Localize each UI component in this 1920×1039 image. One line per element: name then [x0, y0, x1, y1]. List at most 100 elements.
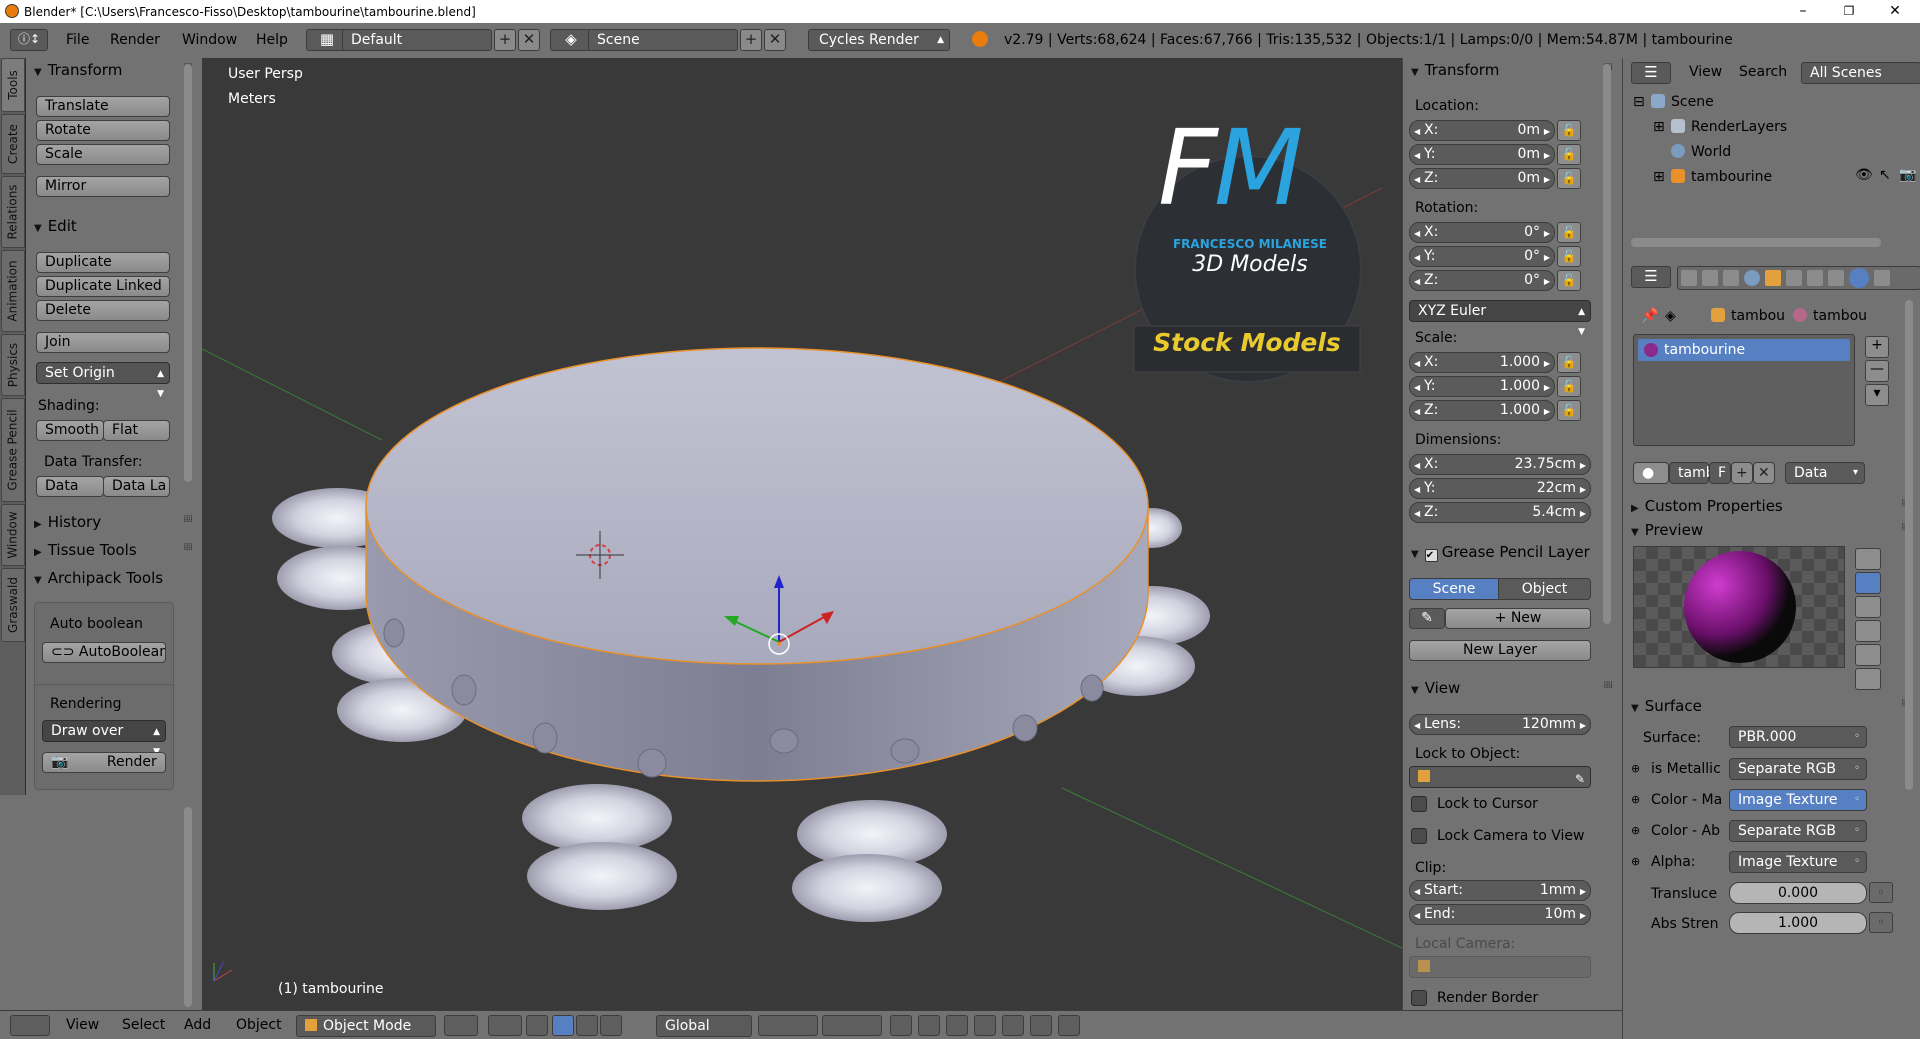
gp-scene-toggle[interactable]: Scene	[1409, 578, 1499, 600]
screen-layout-field[interactable]: Default	[342, 29, 492, 51]
opengl-render-icon[interactable]	[1030, 1015, 1052, 1036]
drag-grip-icon[interactable]: ⁞⁞⁞⁞	[183, 514, 193, 525]
dimension-x-field[interactable]: ◀ X: 23.75cm ▶	[1409, 454, 1591, 475]
tab-physics[interactable]: Physics	[1, 334, 25, 396]
draw-over-dropdown[interactable]: Draw over▲▼	[42, 720, 166, 757]
world-tab-icon[interactable]	[1744, 270, 1760, 286]
join-button[interactable]: Join	[36, 332, 170, 353]
visibility-eye-icon[interactable]: 👁	[1855, 167, 1873, 183]
lock-icon[interactable]: 🔓	[1557, 144, 1581, 165]
scene-icon[interactable]: ◈	[550, 29, 592, 51]
expand-input-icon[interactable]: ⊕	[1631, 855, 1640, 868]
delete-button[interactable]: Delete	[36, 300, 170, 321]
outliner-item-scene[interactable]: Scene	[1651, 94, 1714, 110]
menu-add[interactable]: Add	[184, 1017, 211, 1033]
flat-button[interactable]: Flat	[103, 420, 170, 441]
smooth-button[interactable]: Smooth	[36, 420, 104, 441]
menu-render[interactable]: Render	[96, 32, 174, 48]
surface-shader-dropdown[interactable]: PBR.000 ◦	[1729, 726, 1867, 748]
link-data-dropdown[interactable]: Data ▾	[1785, 462, 1865, 484]
lock-camera-checkbox[interactable]	[1411, 828, 1427, 844]
editor-type-icon[interactable]	[10, 1015, 50, 1036]
layers-grid-1-icon[interactable]	[758, 1015, 818, 1036]
layers-grid-2-icon[interactable]	[822, 1015, 882, 1036]
rotate-button[interactable]: Rotate	[36, 120, 170, 141]
outliner-search-menu[interactable]: Search	[1739, 64, 1787, 80]
n-panel-scrollbar[interactable]	[1603, 64, 1611, 624]
lock-icon[interactable]: 🔓	[1557, 270, 1581, 291]
preview-monkey-icon[interactable]	[1855, 620, 1881, 642]
menu-help[interactable]: Help	[242, 32, 302, 48]
scale-button[interactable]: Scale	[36, 144, 170, 165]
preview-sphere-icon[interactable]	[1855, 572, 1881, 594]
properties-editor-icon[interactable]: ☰	[1631, 266, 1671, 288]
object-tab-icon[interactable]	[1765, 270, 1781, 286]
scale-z-field[interactable]: ◀ Z: 1.000 ▶	[1409, 400, 1555, 421]
slot-specials-icon[interactable]: ▾	[1865, 384, 1889, 406]
lock-icon[interactable]: 🔓	[1557, 376, 1581, 397]
input-link-dropdown[interactable]: Image Texture ◦	[1729, 851, 1867, 873]
translate-button[interactable]: Translate	[36, 96, 170, 117]
scene-field[interactable]: Scene	[588, 29, 738, 51]
lock-icon[interactable]: 🔓	[1557, 120, 1581, 141]
unlink-material-icon[interactable]: ✕	[1753, 462, 1775, 484]
slider-link-icon[interactable]: ◦	[1869, 882, 1893, 903]
grease-pencil-layer-header[interactable]: ▼ ✔ Grease Pencil Layer	[1411, 542, 1611, 562]
expand-input-icon[interactable]: ⊕	[1631, 793, 1640, 806]
dimension-z-field[interactable]: ◀ Z: 5.4cm ▶	[1409, 502, 1591, 523]
snap-element-icon[interactable]	[974, 1015, 996, 1036]
tab-create[interactable]: Create	[1, 114, 25, 174]
pin-icon[interactable]: 📌	[1641, 308, 1658, 324]
scale-manipulator-icon[interactable]	[600, 1015, 622, 1036]
fake-user-toggle[interactable]: F	[1709, 462, 1731, 484]
add-scene-icon[interactable]: +	[740, 29, 762, 51]
surface-header[interactable]: ▼ Surface	[1631, 696, 1702, 716]
input-link-dropdown[interactable]: Separate RGB ◦	[1729, 758, 1867, 780]
tab-relations[interactable]: Relations	[1, 176, 25, 248]
menu-view[interactable]: View	[66, 1017, 99, 1033]
preview-hair-icon[interactable]	[1855, 644, 1881, 666]
lock-icon[interactable]: 🔓	[1557, 400, 1581, 421]
location-y-field[interactable]: ◀ Y: 0m ▶	[1409, 144, 1555, 165]
gp-new-layer-button[interactable]: New Layer	[1409, 640, 1591, 661]
n-transform-header[interactable]: ▼ Transform	[1411, 60, 1499, 80]
manipulator-toggle-icon[interactable]	[526, 1015, 548, 1036]
add-slot-icon[interactable]: +	[1865, 336, 1889, 358]
scale-y-field[interactable]: ◀ Y: 1.000 ▶	[1409, 376, 1555, 397]
new-material-icon[interactable]: +	[1731, 462, 1753, 484]
drag-grip-icon[interactable]: ⁞⁞⁞⁞	[183, 542, 193, 553]
rotation-y-field[interactable]: ◀ Y: 0° ▶	[1409, 246, 1555, 267]
checkbox-checked-icon[interactable]: ✔	[1424, 549, 1438, 562]
duplicate-button[interactable]: Duplicate	[36, 252, 170, 273]
3d-viewport[interactable]: User Persp Meters (1) tambourine FM FM F…	[202, 58, 1402, 1010]
n-view-header[interactable]: ▼ View	[1411, 678, 1460, 698]
transform-panel-header[interactable]: ▼ Transform	[34, 60, 122, 80]
menu-select[interactable]: Select	[122, 1017, 165, 1033]
lock-icon[interactable]: 🔓	[1557, 168, 1581, 189]
lock-icon[interactable]: 🔓	[1557, 352, 1581, 373]
lock-icon[interactable]: 🔓	[1557, 222, 1581, 243]
expand-input-icon[interactable]: ⊕	[1631, 762, 1640, 775]
lens-field[interactable]: ◀ Lens: 120mm ▶	[1409, 714, 1591, 735]
preview-cube-icon[interactable]	[1855, 596, 1881, 618]
duplicate-linked-button[interactable]: Duplicate Linked	[36, 276, 170, 297]
preview-header[interactable]: ▼ Preview	[1631, 520, 1703, 540]
mode-dropdown[interactable]: Object Mode	[296, 1015, 436, 1037]
data-tab-icon[interactable]	[1828, 270, 1844, 286]
material-slot-item[interactable]: tambourine	[1638, 339, 1850, 361]
material-name-field[interactable]: tamb	[1669, 462, 1715, 484]
constraints-tab-icon[interactable]	[1786, 270, 1802, 286]
eyedropper-icon[interactable]: ✎	[1575, 769, 1585, 789]
location-x-field[interactable]: ◀ X: 0m ▶	[1409, 120, 1555, 141]
data-button[interactable]: Data	[36, 476, 104, 497]
input-link-dropdown[interactable]: Separate RGB ◦	[1729, 820, 1867, 842]
expand-icon[interactable]: ⊞	[1653, 169, 1665, 185]
expand-icon[interactable]: ⊟	[1633, 94, 1645, 110]
preview-spheres-icon[interactable]	[1855, 668, 1881, 690]
abs-strength-slider[interactable]: 1.000	[1729, 912, 1867, 934]
outliner-item-world[interactable]: World	[1671, 144, 1731, 160]
delete-scene-icon[interactable]: ✕	[764, 29, 786, 51]
close-button[interactable]: ✕	[1872, 0, 1918, 23]
orientation-dropdown[interactable]: Global	[656, 1015, 752, 1037]
location-z-field[interactable]: ◀ Z: 0m ▶	[1409, 168, 1555, 189]
